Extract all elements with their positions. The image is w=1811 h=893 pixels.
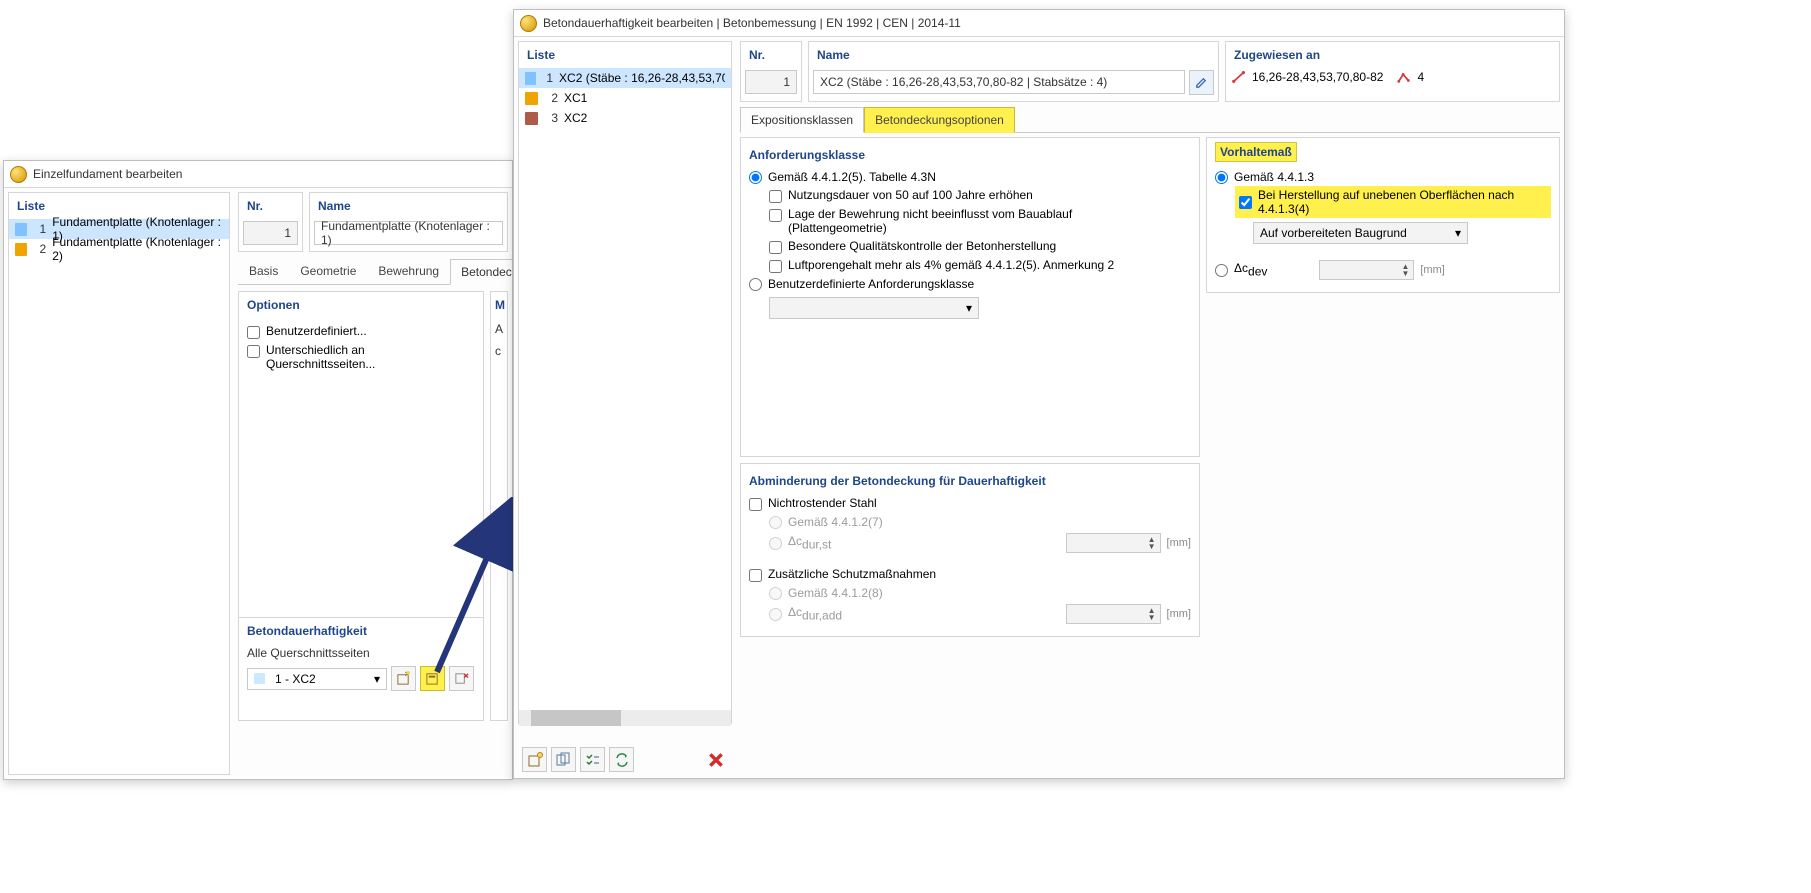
dialog-foundation: Einzelfundament bearbeiten Liste 1 Funda…	[3, 160, 513, 780]
copy-button[interactable]	[551, 747, 576, 772]
edit-icon-button[interactable]	[420, 666, 445, 691]
radio-dcdev[interactable]: Δcdev ▲▼ [mm]	[1215, 258, 1551, 282]
nr-header: Nr.	[239, 193, 302, 219]
app-icon	[10, 166, 27, 183]
radio-gem8: Gemäß 4.4.1.2(8)	[769, 584, 1191, 602]
xc2-dropdown[interactable]: 1 - XC2 ▾	[247, 668, 387, 690]
radio-benutzerdefiniert[interactable]: Benutzerdefinierte Anforderungsklasse	[749, 275, 1191, 293]
name-field[interactable]: Fundamentplatte (Knotenlager : 1)	[314, 221, 503, 245]
panel-m-header: M	[491, 292, 507, 318]
nr-field: 1	[745, 70, 797, 94]
color-swatch	[525, 112, 538, 125]
name-header: Name	[809, 42, 1218, 68]
name-field[interactable]: XC2 (Stäbe : 16,26-28,43,53,70,80-82 | S…	[813, 70, 1185, 94]
titlebar-left: Einzelfundament bearbeiten	[4, 161, 512, 188]
new-icon-button[interactable]	[391, 666, 416, 691]
title-text: Einzelfundament bearbeiten	[33, 161, 182, 188]
dcst-spinner: ▲▼	[1066, 533, 1161, 553]
chevron-down-icon: ▾	[1455, 226, 1461, 240]
member-icon	[1232, 70, 1246, 84]
list-item[interactable]: 1 XC2 (Stäbe : 16,26-28,43,53,70,80-82	[519, 68, 731, 88]
radio-gemaess-table[interactable]: Gemäß 4.4.1.2(5). Tabelle 4.3N	[749, 168, 1191, 186]
zugewiesen-header: Zugewiesen an	[1226, 42, 1559, 68]
durability-header: Betondauerhaftigkeit	[239, 618, 483, 644]
tab-betondeckung[interactable]: Betondeckung	[450, 259, 512, 285]
scrollbar-thumb[interactable]	[531, 710, 621, 726]
assigned-members: 16,26-28,43,53,70,80-82	[1252, 70, 1383, 84]
check-zusaetzlich[interactable]: Zusätzliche Schutzmaßnahmen	[749, 565, 1191, 584]
color-swatch	[15, 223, 27, 236]
color-swatch	[15, 243, 27, 256]
bottom-toolbar	[522, 747, 728, 772]
check-uneben[interactable]: Bei Herstellung auf unebenen Oberflächen…	[1235, 186, 1551, 218]
check-benutzerdefiniert[interactable]: Benutzerdefiniert...	[247, 322, 475, 341]
optionen-header: Optionen	[239, 292, 483, 318]
sync-button[interactable]	[609, 747, 634, 772]
radio-gem7: Gemäß 4.4.1.2(7)	[769, 513, 1191, 531]
custom-class-dropdown: ▾	[769, 297, 979, 319]
vorhalte-header: Vorhaltemaß	[1220, 145, 1292, 159]
abminderung-header: Abminderung der Betondeckung für Dauerha…	[749, 468, 1191, 494]
anforderung-header: Anforderungsklasse	[749, 142, 1191, 168]
scrollbar-horizontal[interactable]	[519, 710, 731, 726]
title-text: Betondauerhaftigkeit bearbeiten | Betonb…	[543, 10, 961, 37]
chevron-down-icon: ▾	[374, 672, 380, 686]
check-lage-bewehrung[interactable]: Lage der Bewehrung nicht beeinflusst vom…	[769, 205, 1191, 237]
assigned-sets: 4	[1417, 70, 1424, 84]
delete-icon-button[interactable]	[449, 666, 474, 691]
edit-name-button[interactable]	[1189, 70, 1214, 95]
tab-geometrie[interactable]: Geometrie	[289, 258, 367, 284]
list-item[interactable]: 2 Fundamentplatte (Knotenlager : 2)	[9, 239, 229, 259]
nr-field: 1	[243, 221, 298, 245]
name-header: Name	[310, 193, 507, 219]
set-icon	[1397, 70, 1411, 84]
radio-dcadd: Δcdur,add ▲▼ [mm]	[769, 602, 1191, 626]
radio-vorhalte-gemaess[interactable]: Gemäß 4.4.1.3	[1215, 168, 1551, 186]
dcdev-spinner: ▲▼	[1319, 260, 1414, 280]
radio-dcst: Δcdur,st ▲▼ [mm]	[769, 531, 1191, 555]
tab-exposition[interactable]: Expositionsklassen	[740, 107, 864, 133]
alle-q-label: Alle Querschnittsseiten	[239, 644, 483, 662]
nr-header: Nr.	[741, 42, 801, 68]
app-icon	[520, 15, 537, 32]
check-nichtrostend[interactable]: Nichtrostender Stahl	[749, 494, 1191, 513]
baugrund-dropdown[interactable]: Auf vorbereiteten Baugrund▾	[1253, 222, 1468, 244]
liste-header-right: Liste	[519, 42, 731, 68]
titlebar-right: Betondauerhaftigkeit bearbeiten | Betonb…	[514, 10, 1564, 37]
color-swatch	[525, 92, 538, 105]
check-nutzungsdauer[interactable]: Nutzungsdauer von 50 auf 100 Jahre erhöh…	[769, 186, 1191, 205]
color-swatch	[525, 72, 536, 85]
list-item[interactable]: 2 XC1	[519, 88, 731, 108]
tab-basis[interactable]: Basis	[238, 258, 289, 284]
tab-betondeckung-opts[interactable]: Betondeckungsoptionen	[864, 107, 1015, 133]
check-unterschiedlich[interactable]: Unterschiedlich an Querschnittsseiten...	[247, 341, 475, 373]
list-item[interactable]: 3 XC2	[519, 108, 731, 128]
dialog-durability: Betondauerhaftigkeit bearbeiten | Betonb…	[513, 9, 1565, 779]
tabbar-left: Basis Geometrie Bewehrung Betondeckung	[238, 258, 508, 285]
check-luftporen[interactable]: Luftporengehalt mehr als 4% gemäß 4.4.1.…	[769, 256, 1191, 275]
check-qualitaet[interactable]: Besondere Qualitätskontrolle der Betonhe…	[769, 237, 1191, 256]
check-button[interactable]	[580, 747, 605, 772]
new-button[interactable]	[522, 747, 547, 772]
close-button[interactable]	[703, 747, 728, 772]
tab-bewehrung[interactable]: Bewehrung	[367, 258, 450, 284]
dcadd-spinner: ▲▼	[1066, 604, 1161, 624]
